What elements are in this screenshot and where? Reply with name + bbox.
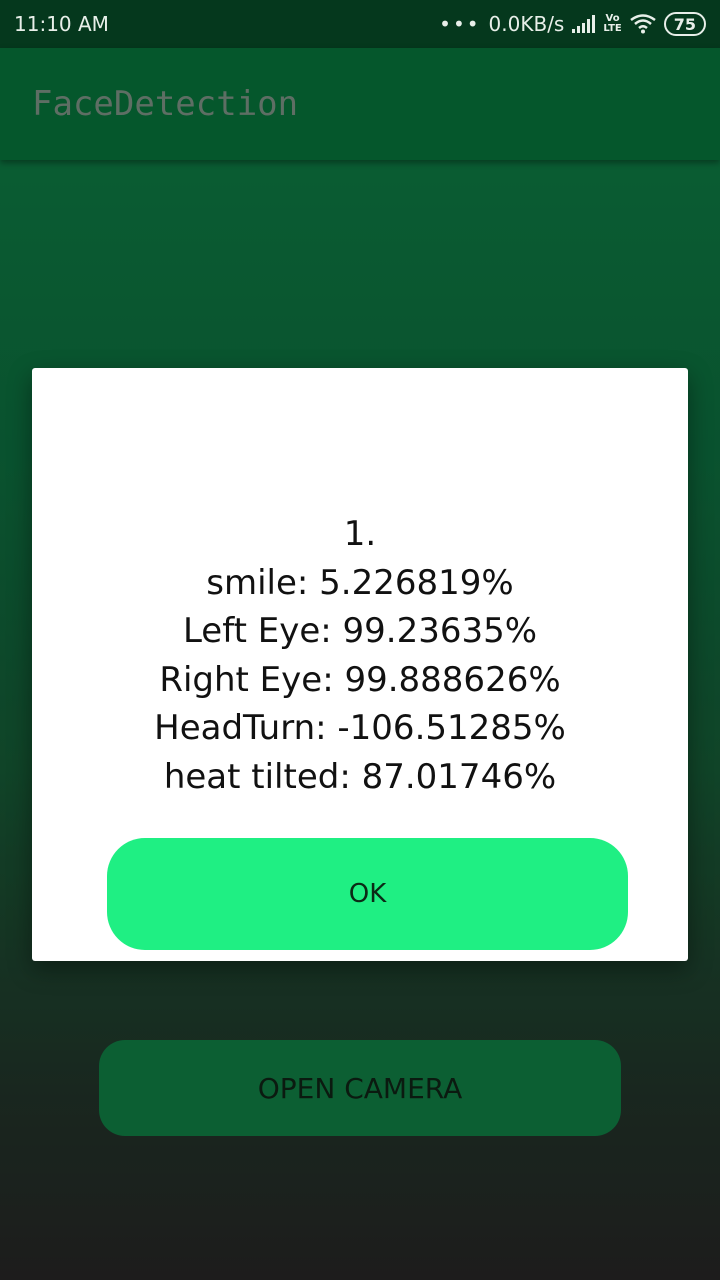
smile-value: smile: 5.226819% bbox=[206, 562, 514, 603]
open-camera-button[interactable]: OPEN CAMERA bbox=[99, 1040, 621, 1136]
wifi-icon bbox=[629, 14, 656, 34]
head-tilt-value: heat tilted: 87.01746% bbox=[163, 756, 557, 797]
app-bar: FaceDetection bbox=[0, 48, 720, 160]
signal-icon bbox=[572, 15, 596, 33]
status-time: 11:10 AM bbox=[14, 12, 109, 36]
ok-button[interactable]: OK bbox=[107, 838, 628, 950]
battery-icon: 75 bbox=[663, 12, 706, 36]
volte-icon: Vo LTE bbox=[603, 13, 622, 34]
network-speed: 0.0KB/s bbox=[488, 12, 565, 36]
left-eye-value: Left Eye: 99.23635% bbox=[182, 611, 538, 651]
face-index: 1. bbox=[343, 514, 377, 554]
app-title: FaceDetection bbox=[32, 84, 299, 124]
result-dialog: 1. smile: 5.226819% Left Eye: 99.23635% … bbox=[32, 368, 688, 961]
right-eye-value: Right Eye: 99.888626% bbox=[159, 659, 561, 700]
status-icons: ••• 0.0KB/s Vo LTE 75 bbox=[439, 12, 706, 36]
dialog-message: 1. smile: 5.226819% Left Eye: 99.23635% … bbox=[32, 510, 688, 801]
status-bar: 11:10 AM ••• 0.0KB/s Vo LTE 75 bbox=[0, 0, 720, 48]
head-turn-value: HeadTurn: -106.51285% bbox=[154, 708, 566, 748]
more-dots-icon: ••• bbox=[439, 12, 481, 36]
battery-level: 75 bbox=[673, 14, 696, 34]
